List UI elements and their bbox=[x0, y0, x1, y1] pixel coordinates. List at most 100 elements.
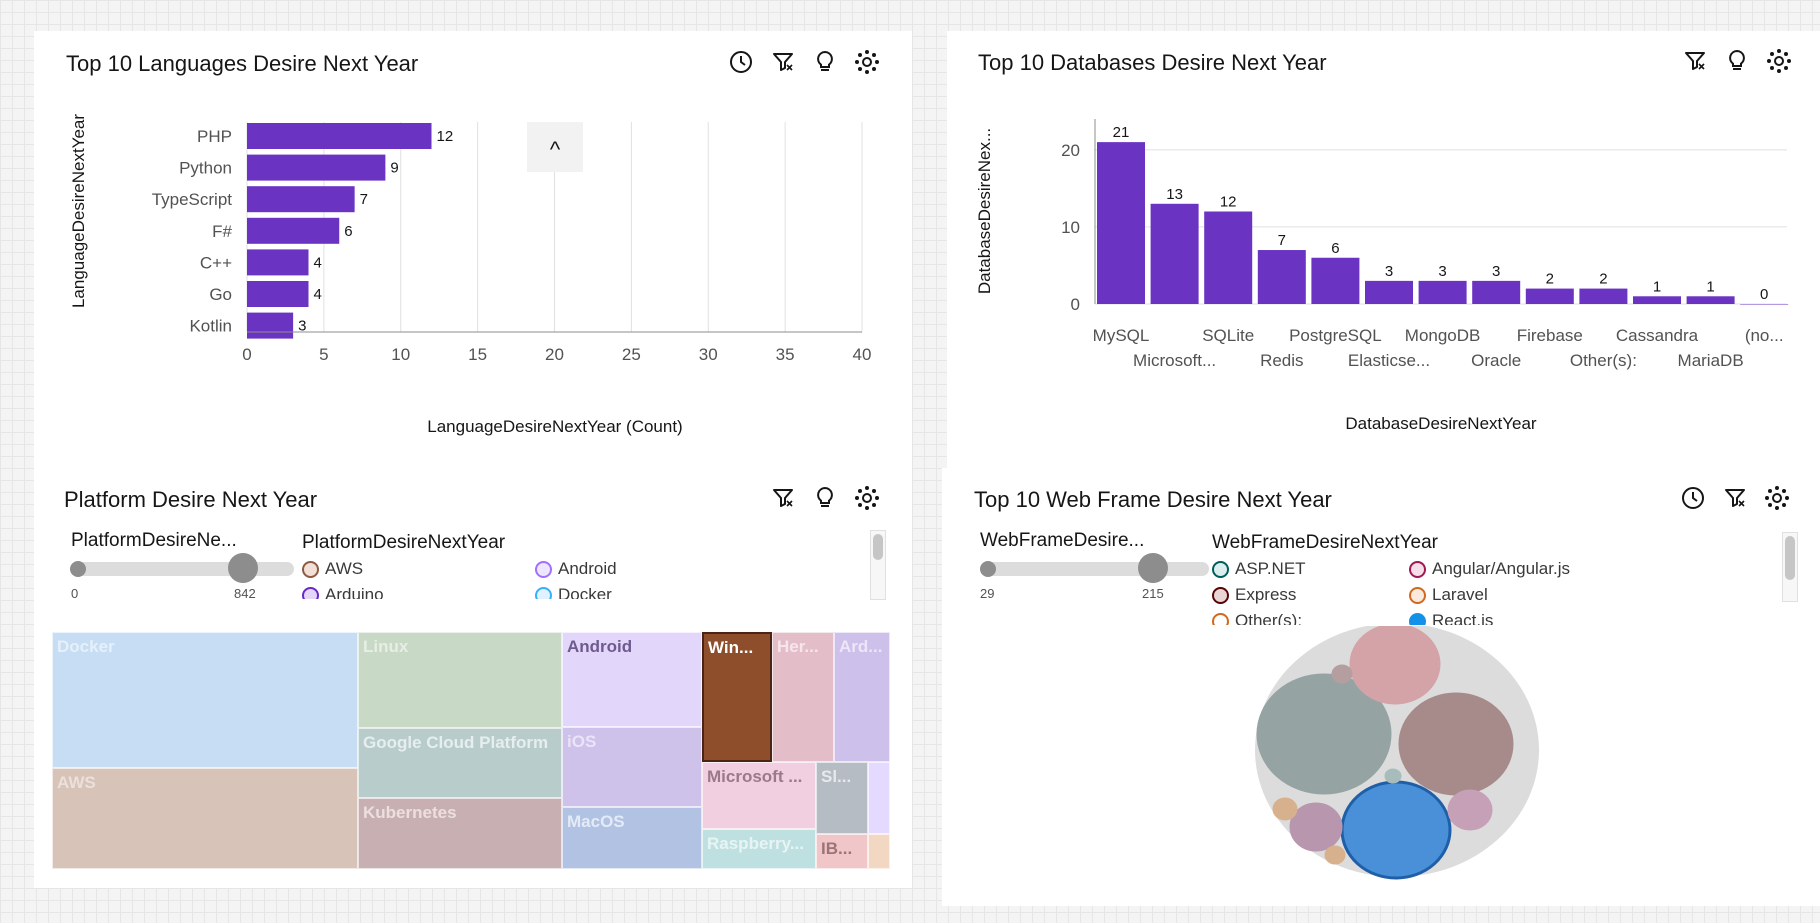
bar[interactable] bbox=[247, 312, 294, 339]
legend-scroll-thumb[interactable] bbox=[1785, 536, 1795, 580]
treemap-tile[interactable]: Linux bbox=[358, 632, 562, 728]
treemap-tile[interactable]: Microsoft ... bbox=[702, 762, 816, 829]
legend-item[interactable]: Other(s): bbox=[1212, 611, 1302, 625]
treemap-tile[interactable]: Ard... bbox=[834, 632, 890, 762]
legend-item[interactable]: ASP.NET bbox=[1212, 559, 1306, 579]
bubble[interactable] bbox=[1349, 626, 1441, 705]
bar[interactable] bbox=[247, 217, 340, 244]
treemap-tile[interactable]: Docker bbox=[52, 632, 358, 768]
bar[interactable] bbox=[1633, 296, 1681, 304]
history-icon[interactable] bbox=[1680, 485, 1706, 511]
value-label: 7 bbox=[360, 191, 368, 208]
bar[interactable] bbox=[1686, 296, 1735, 304]
treemap-tile[interactable]: Google Cloud Platform bbox=[358, 728, 562, 798]
category-label: SQLite bbox=[1202, 326, 1254, 345]
bar[interactable] bbox=[247, 154, 386, 181]
value-label: 1 bbox=[1653, 278, 1661, 295]
legend-item[interactable]: Arduino bbox=[302, 585, 384, 599]
category-label: MariaDB bbox=[1678, 351, 1744, 370]
treemap-tile[interactable]: Her... bbox=[772, 632, 834, 762]
size-slider-max-handle[interactable] bbox=[1138, 553, 1168, 583]
x-tick-label: 40 bbox=[853, 345, 872, 364]
legend-scrollbar[interactable] bbox=[870, 530, 886, 600]
bar[interactable] bbox=[1740, 304, 1789, 305]
insight-bulb-icon[interactable] bbox=[812, 485, 838, 511]
bar[interactable] bbox=[1418, 280, 1467, 304]
treemap-tile-label: MacOS bbox=[567, 812, 625, 831]
legend-item[interactable]: Angular/Angular.js bbox=[1409, 559, 1570, 579]
bar[interactable] bbox=[247, 281, 309, 307]
bar[interactable] bbox=[247, 249, 309, 276]
value-label: 2 bbox=[1599, 271, 1607, 288]
treemap-tile[interactable]: Sl... bbox=[816, 762, 868, 834]
bubble[interactable] bbox=[1289, 802, 1343, 852]
platform-treemap: Docker AWS Linux Google Cloud Platform Kuber… bbox=[52, 632, 890, 869]
legend-item[interactable]: Laravel bbox=[1409, 585, 1488, 605]
legend-scrollbar[interactable] bbox=[1782, 532, 1798, 602]
size-slider-min-handle[interactable] bbox=[980, 561, 996, 577]
treemap-tile[interactable]: Kubernetes bbox=[358, 798, 562, 869]
bar[interactable] bbox=[1204, 211, 1253, 305]
bubble[interactable] bbox=[1384, 768, 1402, 784]
legend-item[interactable]: Android bbox=[535, 559, 617, 579]
bubble[interactable] bbox=[1398, 692, 1514, 796]
legend-label: React.js bbox=[1432, 611, 1494, 625]
value-label: 13 bbox=[1166, 186, 1183, 203]
bubble[interactable] bbox=[1340, 780, 1452, 880]
treemap-tile-label: iOS bbox=[567, 732, 597, 751]
bar[interactable] bbox=[1097, 142, 1145, 304]
treemap-tile-label: Sl... bbox=[821, 767, 852, 786]
bar[interactable] bbox=[247, 123, 432, 149]
legend-swatch-icon bbox=[1409, 560, 1426, 578]
size-slider-max-label: 215 bbox=[1142, 586, 1164, 601]
value-label: 7 bbox=[1278, 232, 1286, 249]
webframe-panel: Top 10 Web Frame Desire Next Year WebFra… bbox=[942, 468, 1820, 906]
bubble[interactable] bbox=[1331, 664, 1353, 684]
size-slider-track[interactable] bbox=[72, 562, 294, 576]
bar[interactable] bbox=[1525, 288, 1574, 304]
legend-swatch-icon bbox=[302, 560, 319, 578]
chevron-up-icon: ^ bbox=[550, 137, 561, 162]
bubble[interactable] bbox=[1324, 845, 1346, 865]
x-tick-label: 20 bbox=[545, 345, 564, 364]
size-slider-max-handle[interactable] bbox=[228, 553, 258, 583]
bar[interactable] bbox=[1579, 288, 1628, 304]
legend-label: Other(s): bbox=[1235, 611, 1303, 625]
filter-icon[interactable] bbox=[1722, 485, 1748, 511]
treemap-tile[interactable]: IB... bbox=[816, 834, 868, 869]
filter-icon[interactable] bbox=[770, 485, 796, 511]
settings-network-icon[interactable] bbox=[854, 485, 880, 511]
panel-toolbar bbox=[770, 485, 880, 511]
bar[interactable] bbox=[1472, 280, 1521, 304]
bubble[interactable] bbox=[1272, 797, 1298, 821]
category-label: Python bbox=[179, 159, 232, 178]
size-slider-min-handle[interactable] bbox=[70, 561, 86, 577]
legend-item[interactable]: Docker bbox=[535, 585, 612, 599]
legend-item[interactable]: Express bbox=[1212, 585, 1296, 605]
legend-scroll-thumb[interactable] bbox=[873, 534, 883, 560]
value-label: 2 bbox=[1546, 271, 1554, 288]
legend-label: Android bbox=[558, 559, 617, 578]
bar[interactable] bbox=[1365, 280, 1413, 304]
x-axis-title: LanguageDesireNextYear (Count) bbox=[427, 417, 682, 436]
treemap-tile[interactable]: AWS bbox=[52, 768, 358, 869]
size-slider-track[interactable] bbox=[981, 562, 1209, 576]
legend-item[interactable]: React.js bbox=[1409, 611, 1493, 625]
treemap-tile[interactable] bbox=[868, 834, 890, 869]
treemap-tile[interactable]: Android bbox=[562, 632, 702, 727]
bar[interactable] bbox=[1257, 250, 1306, 304]
legend-item[interactable]: AWS bbox=[302, 559, 363, 579]
treemap-tile[interactable]: Win... bbox=[702, 632, 772, 762]
treemap-tile[interactable] bbox=[868, 762, 890, 834]
treemap-tile[interactable]: iOS bbox=[562, 727, 702, 807]
treemap-tile[interactable]: MacOS bbox=[562, 807, 702, 869]
category-label: C++ bbox=[200, 253, 232, 272]
bubble[interactable] bbox=[1447, 789, 1493, 831]
bar[interactable] bbox=[1311, 257, 1360, 304]
settings-network-icon[interactable] bbox=[1764, 485, 1790, 511]
bar[interactable] bbox=[247, 186, 355, 213]
databases-bar-chart: 2113 127 63 3 3 2 2 1 1 0 MySQLMicrosoft...SQLite… bbox=[975, 119, 1789, 433]
treemap-tile-label: Google Cloud Platform bbox=[363, 733, 549, 752]
bar[interactable] bbox=[1150, 203, 1199, 304]
treemap-tile[interactable]: Raspberry... bbox=[702, 829, 816, 869]
